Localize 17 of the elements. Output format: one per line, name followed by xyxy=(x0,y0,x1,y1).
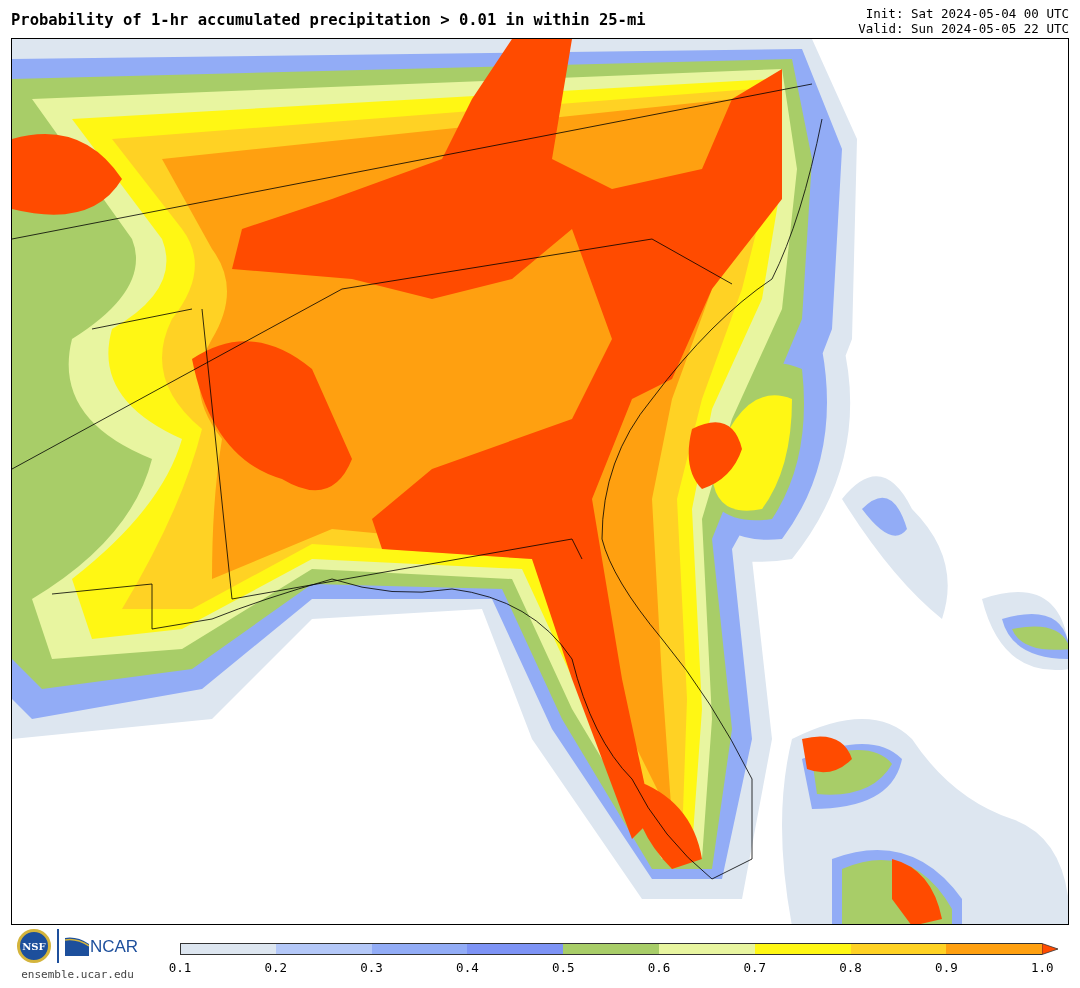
colorbar-tick-label: 0.9 xyxy=(935,962,958,975)
init-time: Init: Sat 2024-05-04 00 UTC xyxy=(865,6,1069,21)
colorbar-tick-label: 1.0 xyxy=(1030,962,1054,975)
colorbar-tick-label: 0.4 xyxy=(456,962,479,975)
colorbar-tick-label: 0.2 xyxy=(264,962,288,975)
colorbar-tick-label: 0.8 xyxy=(839,962,862,975)
colorbar-tick-label: 0.7 xyxy=(743,962,767,975)
chart-title: Probability of 1-hr accumulated precipitation > 0.01 in within 25-mi xyxy=(11,13,646,29)
ncar-logo-icon xyxy=(64,936,89,956)
colorbar-tick-label: 0.1 xyxy=(168,962,192,975)
valid-time: Valid: Sun 2024-05-05 22 UTC xyxy=(858,21,1069,36)
website-url: ensemble.ucar.edu xyxy=(21,967,134,983)
colorbar-tick-label: 0.3 xyxy=(360,962,383,975)
nsf-logo: NSF xyxy=(16,929,51,963)
colorbar-tick-label: 0.5 xyxy=(551,962,575,975)
colorbar-tick-label: 0.6 xyxy=(647,962,671,975)
ncar-logo-text: NCAR xyxy=(89,937,139,955)
